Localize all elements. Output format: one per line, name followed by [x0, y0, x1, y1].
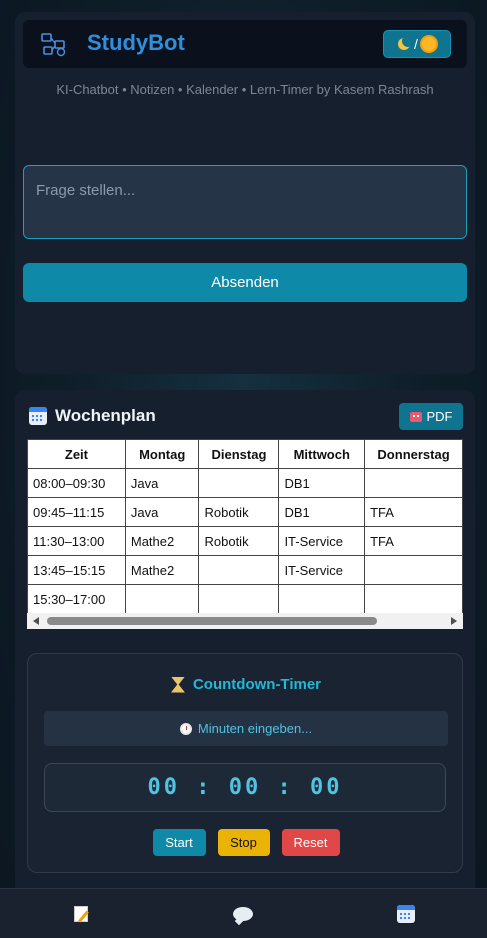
column-header: Donnerstag — [364, 439, 463, 469]
reset-button[interactable]: Reset — [281, 829, 340, 856]
send-button[interactable]: Absenden — [23, 263, 467, 302]
table-cell: 15:30–17:00 — [27, 584, 126, 614]
table-cell: Mathe2 — [124, 555, 200, 585]
table-row: 15:30–17:00 — [27, 584, 463, 614]
horizontal-scrollbar[interactable] — [27, 613, 463, 629]
table-cell: 09:45–11:15 — [27, 497, 126, 527]
schedule-title: Wochenplan — [55, 406, 156, 425]
table-cell: Mathe2 — [124, 526, 200, 556]
memo-icon — [74, 905, 89, 922]
speech-bubble-icon — [233, 906, 254, 921]
table-cell: DB1 — [278, 468, 366, 498]
table-cell — [364, 468, 463, 498]
table-cell — [364, 584, 463, 614]
nav-calendar[interactable] — [381, 889, 431, 938]
countdown-timer-panel: Countdown-Timer Minuten eingeben... 00 :… — [27, 653, 463, 873]
question-input[interactable] — [23, 165, 467, 239]
table-cell — [124, 584, 200, 614]
stop-button[interactable]: Stop — [217, 829, 270, 856]
table-cell: DB1 — [278, 497, 366, 527]
calendar-icon — [396, 904, 415, 923]
table-cell: TFA — [364, 526, 463, 556]
nav-chat[interactable] — [218, 889, 268, 938]
sun-icon — [421, 37, 436, 51]
table-cell — [198, 584, 280, 614]
planner-card: Wochenplan PDF Zeit Montag Dienstag Mitt… — [15, 390, 475, 910]
table-cell: Java — [124, 468, 200, 498]
pdf-export-button[interactable]: PDF — [399, 403, 463, 430]
timer-controls: Start Stop Reset — [28, 829, 464, 856]
table-cell: Robotik — [198, 497, 280, 527]
app-title: StudyBot — [87, 30, 185, 55]
hourglass-icon — [171, 677, 185, 693]
scrollbar-thumb[interactable] — [47, 617, 377, 625]
table-row: 08:00–09:30 Java DB1 — [27, 468, 463, 498]
table-cell: IT-Service — [278, 555, 366, 585]
start-button[interactable]: Start — [152, 829, 206, 856]
table-cell: Robotik — [198, 526, 280, 556]
table-row: 11:30–13:00 Mathe2 Robotik IT-Service TF… — [27, 526, 463, 556]
theme-toggle-separator: / — [414, 36, 418, 52]
table-cell — [278, 584, 366, 614]
column-header: Zeit — [27, 439, 126, 469]
calendar-icon — [29, 407, 47, 425]
timer-header: Countdown-Timer — [28, 676, 464, 693]
schedule-table-container[interactable]: Zeit Montag Dienstag Mittwoch Donnerstag… — [27, 439, 463, 629]
table-cell — [364, 555, 463, 585]
table-row: 09:45–11:15 Java Robotik DB1 TFA — [27, 497, 463, 527]
pdf-label: PDF — [426, 409, 453, 424]
robot-icon — [409, 411, 422, 422]
table-cell — [198, 468, 280, 498]
column-header: Mittwoch — [278, 439, 366, 469]
table-cell: IT-Service — [278, 526, 366, 556]
nav-notes[interactable] — [56, 889, 106, 938]
timer-title: Countdown-Timer — [192, 676, 322, 693]
schedule-header: Wochenplan — [29, 406, 156, 426]
table-cell — [198, 555, 280, 585]
schedule-table: Zeit Montag Dienstag Mittwoch Donnerstag… — [27, 439, 463, 614]
table-header-row: Zeit Montag Dienstag Mittwoch Donnerstag — [27, 439, 463, 469]
table-row: 13:45–15:15 Mathe2 IT-Service — [27, 555, 463, 585]
table-cell: Java — [124, 497, 200, 527]
table-cell: 08:00–09:30 — [27, 468, 126, 498]
minutes-input[interactable] — [44, 711, 448, 746]
app-subtitle: KI-Chatbot • Notizen • Kalender • Lern-T… — [56, 82, 434, 97]
bottom-navigation — [0, 888, 487, 938]
table-cell: 13:45–15:15 — [27, 555, 126, 585]
scroll-left-icon[interactable] — [33, 617, 39, 625]
column-header: Montag — [124, 439, 200, 469]
column-header: Dienstag — [198, 439, 280, 469]
table-cell: 11:30–13:00 — [27, 526, 126, 556]
scroll-right-icon[interactable] — [451, 617, 457, 625]
robot-network-icon — [41, 33, 66, 57]
table-cell: TFA — [364, 497, 463, 527]
theme-toggle-button[interactable]: / — [383, 30, 451, 58]
moon-icon — [398, 38, 411, 50]
app-header: StudyBot / — [23, 20, 467, 68]
chat-card: StudyBot / KI-Chatbot • Notizen • Kalend… — [15, 12, 475, 374]
timer-display: 00 : 00 : 00 — [44, 763, 446, 812]
